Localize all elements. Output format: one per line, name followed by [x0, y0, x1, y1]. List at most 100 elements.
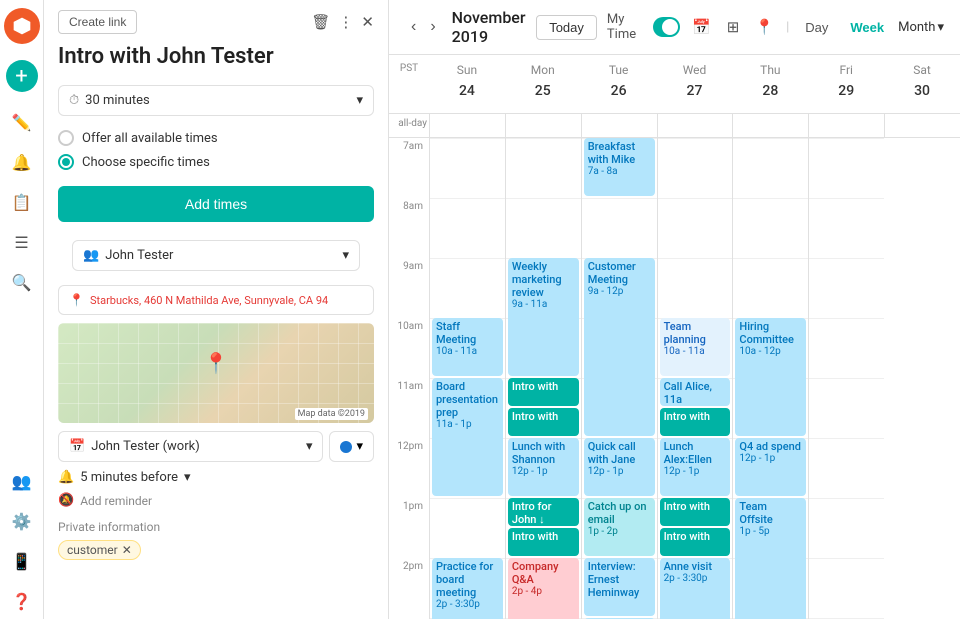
map-attribution: Map data ©2019 [295, 409, 368, 419]
month-view-dropdown[interactable]: Month ▾ [898, 20, 944, 35]
location-view-icon[interactable]: 📍 [751, 16, 778, 38]
event-customer-meeting[interactable]: Customer Meeting9a - 12p [584, 258, 655, 436]
event-intro-john[interactable]: Intro for John ↓ [508, 498, 579, 526]
radio-offer-all[interactable]: Offer all available times [58, 130, 374, 146]
divider: | [786, 20, 789, 35]
color-dot [340, 441, 352, 453]
allday-tue [581, 114, 657, 137]
close-button[interactable]: ✕ [361, 13, 374, 31]
day-col-sun: Staff Meeting10a - 11a Board presentatio… [429, 138, 505, 619]
attendee-select[interactable]: 👥John Tester ▾ [72, 240, 360, 271]
event-call-alice[interactable]: Call Alice, 11a [660, 378, 731, 406]
delete-button[interactable]: 🗑 [311, 13, 330, 31]
day-header-fri: Fri 29 [808, 55, 884, 113]
mobile-icon[interactable]: 📱 [4, 543, 40, 579]
toggle-knob [662, 19, 678, 35]
allday-label: all-day [389, 114, 429, 137]
mon-events: Weekly marketing review9a - 11a Intro wi… [506, 138, 581, 619]
day-col-mon: Weekly marketing review9a - 11a Intro wi… [505, 138, 581, 619]
calendar-select[interactable]: 📅John Tester (work) ▾ [58, 431, 323, 462]
reminder-select[interactable]: 5 minutes before ▾ [80, 470, 190, 485]
allday-wed [657, 114, 733, 137]
event-intro-with-thu3[interactable]: Intro with [660, 528, 731, 556]
edit-icon[interactable]: ✏️ [4, 104, 40, 140]
event-company-qa[interactable]: Company Q&A2p - 4p [508, 558, 579, 619]
event-lunch-alex[interactable]: Lunch Alex:Ellen12p - 1p [660, 438, 731, 496]
grid-view-icon[interactable]: ⊞ [723, 16, 744, 38]
event-lunch-shannon[interactable]: Lunch with Shannon12p - 1p [508, 438, 579, 496]
add-reminder-button[interactable]: Add reminder [80, 494, 152, 508]
today-button[interactable]: Today [536, 15, 597, 40]
event-weekly-marketing[interactable]: Weekly marketing review9a - 11a [508, 258, 579, 376]
map-image: 📍 Map data ©2019 [58, 323, 374, 423]
attendee-icon: 👥 [83, 248, 99, 263]
sun-events: Staff Meeting10a - 11a Board presentatio… [430, 138, 505, 619]
event-anne-visit[interactable]: Anne visit2p - 3:30p [660, 558, 731, 619]
event-practice-board[interactable]: Practice for board meeting2p - 3:30p [432, 558, 503, 619]
remove-tag-icon[interactable]: ✕ [122, 543, 132, 557]
event-breakfast-mike[interactable]: Breakfast with Mike7a - 8a [584, 138, 655, 196]
header-actions: 🗑 ⋮ ✕ [311, 13, 374, 31]
search-icon[interactable]: 🔍 [4, 264, 40, 300]
more-options-button[interactable]: ⋮ [338, 13, 353, 31]
event-intro-with-2[interactable]: Intro with [508, 408, 579, 436]
calendar-view-icon[interactable]: 📅 [688, 16, 715, 38]
day-num-thu: 28 [756, 77, 784, 105]
day-col-sat [808, 138, 884, 619]
create-link-button[interactable]: Create link [58, 10, 137, 34]
day-header-mon: Mon 25 [505, 55, 581, 113]
calendar-main: ‹ › November 2019 Today My Time 📅 ⊞ 📍 | … [389, 0, 960, 619]
event-team-offsite[interactable]: Team Offsite1p - 5p [735, 498, 806, 619]
event-intro-with-3[interactable]: Intro with [508, 528, 579, 556]
notifications-icon[interactable]: 🔔 [4, 144, 40, 180]
day-header-thu: Thu 28 [732, 55, 808, 113]
my-time-label: My Time [607, 12, 645, 42]
chevron-down-icon: ▾ [356, 439, 363, 454]
chevron-down-icon: ▾ [356, 93, 363, 108]
map-preview[interactable]: 📍 Map data ©2019 [58, 323, 374, 423]
event-intro-with-thu2[interactable]: Intro with [660, 498, 731, 526]
sidebar: + ✏️ 🔔 📋 ☰ 🔍 👥 ⚙️ 📱 ❓ [0, 0, 44, 619]
radio-choose-specific[interactable]: Choose specific times [58, 154, 374, 170]
day-view-button[interactable]: Day [797, 16, 836, 39]
week-view-button[interactable]: Week [842, 16, 892, 39]
help-icon[interactable]: ❓ [4, 583, 40, 619]
day-header-sun: Sun 24 [429, 55, 505, 113]
day-num-sat: 30 [908, 77, 936, 105]
brand-logo[interactable] [4, 8, 40, 44]
event-hiring-committee[interactable]: Hiring Committee10a - 12p [735, 318, 806, 436]
event-interview-ernest[interactable]: Interview: Ernest Heminway [584, 558, 655, 616]
my-time-toggle[interactable] [653, 17, 680, 37]
time-11am: 11am [389, 378, 429, 438]
event-staff-meeting[interactable]: Staff Meeting10a - 11a [432, 318, 503, 376]
chevron-down-icon: ▾ [937, 20, 944, 35]
event-quick-call-jane[interactable]: Quick call with Jane12p - 1p [584, 438, 655, 496]
duration-select[interactable]: ⏱30 minutes ▾ [58, 85, 374, 116]
add-times-button[interactable]: Add times [58, 186, 374, 222]
location-field[interactable]: 📍 Starbucks, 460 N Mathilda Ave, Sunnyva… [58, 285, 374, 315]
event-team-planning[interactable]: Team planning10a - 11a [660, 318, 731, 376]
color-picker-button[interactable]: ▾ [329, 431, 374, 462]
calendar-body: 7am 8am 9am 10am 11am 12pm 1pm 2pm 3pm 4… [389, 138, 960, 619]
add-event-button[interactable]: + [6, 60, 38, 92]
clipboard-icon[interactable]: 📋 [4, 184, 40, 220]
menu-icon[interactable]: ☰ [4, 224, 40, 260]
allday-row: all-day [389, 114, 960, 138]
day-num-tue: 26 [605, 77, 633, 105]
radio-offer-all-indicator [58, 130, 74, 146]
day-col-fri: Hiring Committee10a - 12p Q4 ad spend12p… [732, 138, 808, 619]
customer-tag[interactable]: customer ✕ [58, 540, 141, 560]
event-board-prep[interactable]: Board presentation prep11a - 1p [432, 378, 503, 496]
people-icon[interactable]: 👥 [4, 463, 40, 499]
event-intro-with-1[interactable]: Intro with [508, 378, 579, 406]
prev-month-button[interactable]: ‹ [405, 16, 422, 38]
event-q4-ad-spend[interactable]: Q4 ad spend12p - 1p [735, 438, 806, 496]
next-month-button[interactable]: › [424, 16, 441, 38]
settings-icon[interactable]: ⚙️ [4, 503, 40, 539]
day-header-wed: Wed 27 [657, 55, 733, 113]
event-intro-with-thu[interactable]: Intro with [660, 408, 731, 436]
add-reminder-row: 🔕 Add reminder [58, 493, 374, 508]
chevron-down-icon: ▾ [306, 439, 313, 454]
event-title: Intro with John Tester [44, 38, 388, 79]
event-catch-up-email[interactable]: Catch up on email1p - 2p [584, 498, 655, 556]
